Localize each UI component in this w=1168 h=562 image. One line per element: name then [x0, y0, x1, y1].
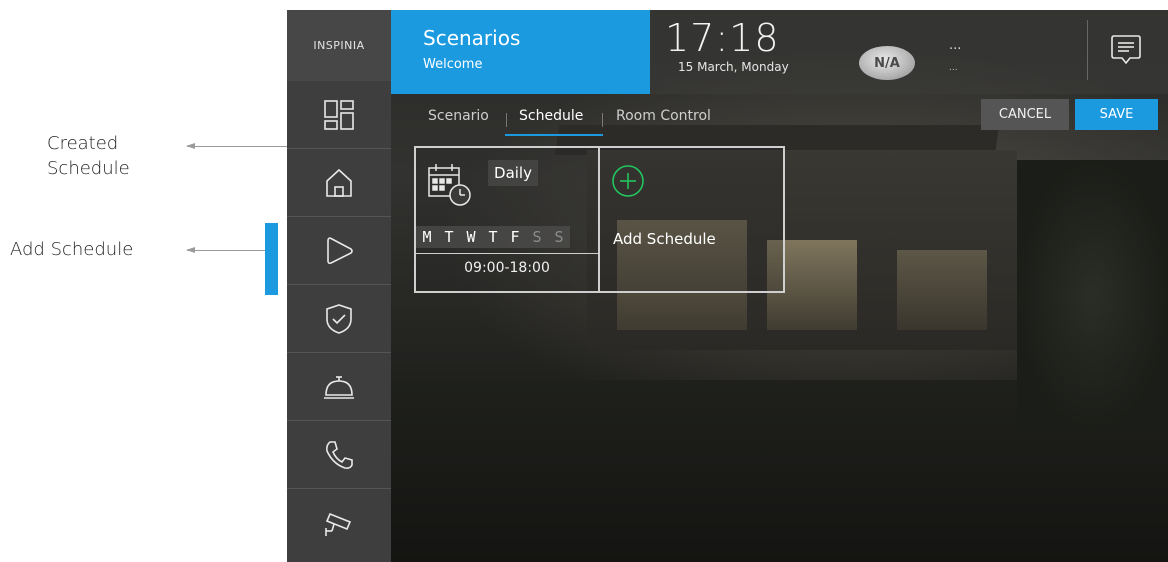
add-schedule-card[interactable]: Add Schedule — [598, 146, 785, 293]
tab-schedule[interactable]: Schedule — [519, 108, 583, 124]
add-schedule-arrow — [186, 247, 265, 253]
sidebar-item-phone[interactable] — [287, 421, 391, 489]
created-schedule-annotation-text: Created Schedule — [47, 133, 130, 179]
header-divider — [1087, 20, 1088, 80]
clock: 17:18 — [665, 16, 780, 60]
weather-subtext: ... — [949, 63, 958, 73]
home-icon — [326, 168, 352, 197]
date: 15 March, Monday — [678, 60, 789, 74]
dashboard-icon — [324, 99, 354, 130]
sidebar-item-dashboard[interactable] — [287, 81, 391, 149]
day-tuesday: T — [438, 226, 460, 248]
background-lawn — [387, 380, 1168, 562]
calendar-clock-icon — [428, 164, 471, 206]
day-thursday: T — [482, 226, 504, 248]
sidebar-item-home[interactable] — [287, 149, 391, 217]
weekday-selector: M T W T F S S — [416, 226, 598, 248]
active-tab-indicator — [505, 134, 603, 136]
background-window — [897, 250, 987, 330]
save-button[interactable]: SAVE — [1075, 99, 1158, 130]
tab-divider — [506, 113, 507, 127]
weather-badge: N/A — [874, 55, 900, 71]
day-saturday: S — [526, 226, 548, 248]
phone-icon — [326, 440, 353, 469]
tab-divider — [602, 113, 603, 127]
schedule-name: Daily — [488, 160, 538, 186]
cancel-button[interactable]: CANCEL — [981, 99, 1069, 130]
security-camera-icon — [325, 512, 352, 536]
card-divider — [416, 253, 598, 254]
add-schedule-label: Add Schedule — [613, 230, 716, 248]
day-friday: F — [504, 226, 526, 248]
add-circle-icon — [612, 165, 644, 197]
sidebar-item-cameras[interactable] — [287, 489, 391, 557]
add-schedule-annotation-text: Add Schedule — [10, 239, 134, 260]
created-schedule-annotation: Created Schedule — [47, 131, 130, 181]
brand-logo: INSPINIA — [287, 10, 391, 81]
sidebar-item-security[interactable] — [287, 285, 391, 353]
weather-value: ... — [949, 38, 962, 53]
tab-room-control[interactable]: Room Control — [616, 108, 711, 124]
device-screen: INSPINIA Scenarios Welcome 17:18 15 Marc… — [287, 10, 1168, 562]
add-schedule-annotation: Add Schedule — [10, 237, 133, 262]
day-wednesday: W — [460, 226, 482, 248]
page-title: Scenarios — [423, 26, 521, 50]
sidebar-item-scenarios[interactable] — [287, 217, 391, 285]
sidebar-item-services[interactable] — [287, 353, 391, 421]
schedule-card[interactable]: Daily M T W T F S S 09:00-18:00 — [414, 146, 600, 293]
page-header: Scenarios Welcome — [391, 10, 650, 94]
page-subtitle: Welcome — [423, 57, 483, 72]
service-bell-icon — [324, 375, 354, 399]
play-icon — [327, 236, 353, 264]
shield-check-icon — [326, 303, 352, 334]
brand-logo-text: INSPINIA — [313, 39, 365, 52]
day-sunday: S — [548, 226, 570, 248]
background-trees — [1017, 160, 1168, 430]
day-monday: M — [416, 226, 438, 248]
sidebar: INSPINIA — [287, 10, 391, 562]
active-item-marker — [265, 223, 278, 295]
schedule-time-range: 09:00-18:00 — [464, 260, 550, 276]
message-icon[interactable] — [1109, 32, 1143, 66]
weather-icon: N/A — [859, 46, 915, 80]
tab-scenario[interactable]: Scenario — [428, 108, 489, 124]
